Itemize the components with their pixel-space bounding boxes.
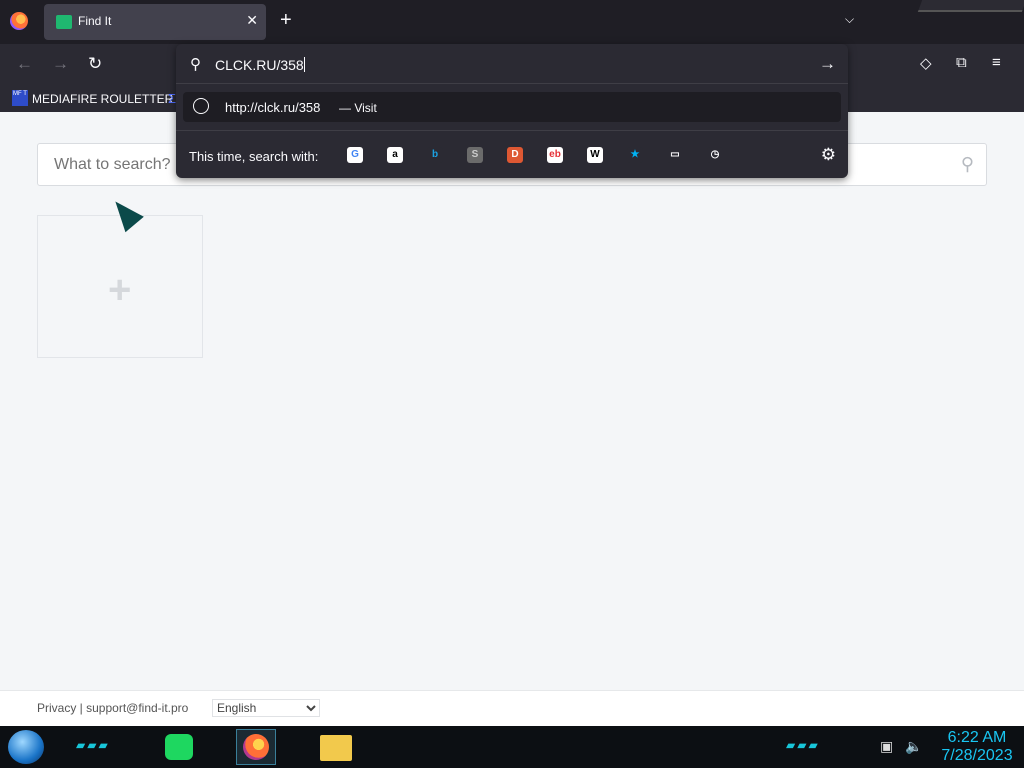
taskbar-decoration-right: ▰▰▰ (786, 738, 820, 752)
firefox-taskbar-icon[interactable] (236, 729, 276, 765)
extensions-icon[interactable]: ⧉ (956, 54, 967, 71)
firefox-menu-icon[interactable] (10, 12, 28, 30)
pocket-icon[interactable]: ◇ (920, 54, 932, 72)
search-engine-tabs-icon[interactable]: ▭ (667, 147, 683, 163)
search-engine-bookmarks-icon[interactable]: ★ (627, 147, 643, 163)
clock-time: 6:22 AM (947, 729, 1007, 746)
search-engine-startpage-icon[interactable]: S (467, 147, 483, 163)
file-explorer-taskbar-icon[interactable] (316, 729, 356, 765)
mediafire-icon: MF T (12, 90, 28, 106)
url-input[interactable]: CLCK.RU/358 (215, 57, 305, 73)
add-shortcut-tile[interactable]: + (37, 215, 203, 358)
forward-button[interactable]: → (52, 54, 69, 74)
reload-button[interactable]: ↻ (88, 54, 102, 74)
language-select[interactable]: English (212, 699, 320, 717)
suggestion-url: http://clck.ru/358 (225, 100, 321, 115)
close-tab-icon[interactable]: ✕ (246, 12, 258, 29)
taskbar: ▰▰▰ ▰▰▰ ▣ 🔈 6:22 AM 7/28/2023 (0, 726, 1024, 768)
search-engine-amazon-icon[interactable]: a (387, 147, 403, 163)
search-settings-icon[interactable]: ⚙ (821, 145, 836, 165)
spotify-taskbar-icon[interactable] (160, 729, 200, 765)
urlbar-dropdown: ⚲ CLCK.RU/358 → http://clck.ru/358 — Vis… (176, 44, 848, 178)
app-menu-icon[interactable]: ≡ (992, 54, 1001, 71)
plus-icon: + (108, 268, 132, 312)
search-engine-bing-icon[interactable]: b (427, 147, 443, 163)
taskbar-decoration: ▰▰▰ (76, 738, 110, 752)
title-bar-decoration (917, 0, 1024, 12)
start-button[interactable] (8, 730, 44, 764)
search-engine-wikipedia-icon[interactable]: W (587, 147, 603, 163)
list-all-tabs-icon[interactable]: ⌵ (845, 12, 854, 27)
back-button[interactable]: ← (16, 54, 33, 74)
go-arrow-icon[interactable]: → (819, 54, 836, 74)
engines-label: This time, search with: (189, 149, 319, 164)
search-icon[interactable]: ⚲ (961, 154, 974, 175)
new-tab-button[interactable]: + (280, 10, 292, 30)
clock-date: 7/28/2023 (941, 747, 1013, 764)
search-icon: ⚲ (190, 56, 201, 73)
tab-bar: Find It ✕ + ⌵ (0, 0, 1024, 44)
bookmark-mediafire-roulette[interactable]: MEDIAFIRE ROULETTER (32, 92, 173, 106)
bookmark-sigma[interactable]: Σ (168, 91, 176, 106)
urlbar-input-row[interactable]: ⚲ CLCK.RU/358 → (176, 44, 848, 84)
tab-title: Find It (78, 14, 112, 28)
tab-find-it[interactable]: Find It ✕ (44, 4, 266, 40)
system-clock[interactable]: 6:22 AM 7/28/2023 (936, 729, 1018, 765)
globe-icon (193, 98, 209, 114)
volume-icon[interactable]: 🔈 (905, 738, 922, 755)
search-engine-ebay-icon[interactable]: eb (547, 147, 563, 163)
folder-icon (56, 15, 72, 29)
network-icon[interactable]: ▣ (880, 738, 893, 755)
search-engine-history-icon[interactable]: ◷ (707, 147, 723, 163)
url-suggestion-row[interactable]: http://clck.ru/358 — Visit (183, 92, 841, 122)
search-engine-google-icon[interactable]: G (347, 147, 363, 163)
footer-links[interactable]: Privacy | support@find-it.pro (37, 701, 188, 715)
search-engine-duckduckgo-icon[interactable]: D (507, 147, 523, 163)
one-off-search-engines: This time, search with: Ga b S Deb W ★ ▭ ◷ ⚙ (176, 130, 848, 178)
suggestion-action: — Visit (339, 101, 377, 115)
page-footer: Privacy | support@find-it.pro English (0, 690, 1024, 726)
